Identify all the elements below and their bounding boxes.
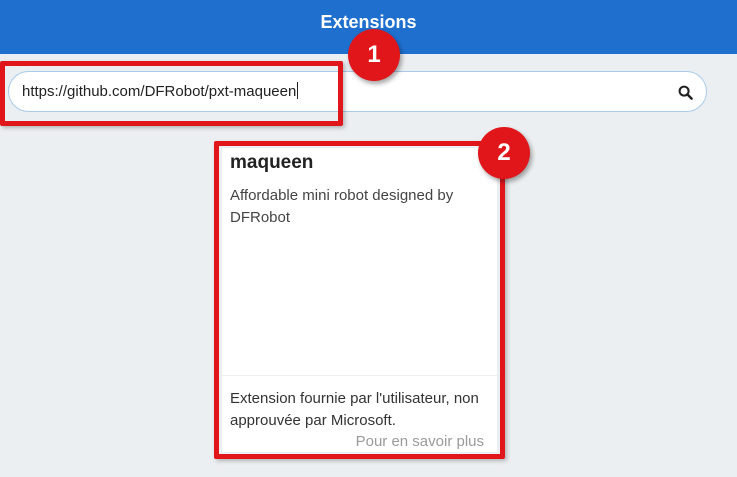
search-highlight-frame <box>0 61 343 126</box>
search-icon <box>678 85 693 100</box>
card-highlight-frame <box>214 141 505 459</box>
search-button[interactable] <box>674 81 696 103</box>
step-badge-1: 1 <box>348 29 400 81</box>
step-badge-2: 2 <box>478 127 530 179</box>
